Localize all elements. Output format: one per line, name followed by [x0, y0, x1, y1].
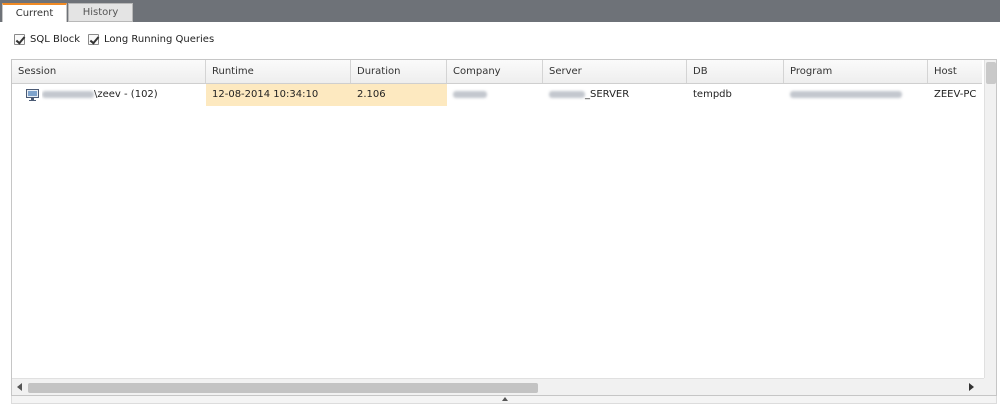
cell-duration: 2.106 [351, 84, 447, 106]
column-header-duration[interactable]: Duration [351, 60, 447, 83]
splitter-up-arrow-icon[interactable] [502, 397, 508, 401]
panel-splitter[interactable] [11, 396, 997, 404]
server-text: _SERVER [585, 89, 630, 100]
cell-company [447, 84, 543, 106]
sessions-grid: Session Runtime Duration Company Server … [11, 59, 997, 396]
horizontal-scrollbar[interactable] [12, 378, 984, 395]
long-running-queries-checkbox[interactable] [88, 33, 100, 45]
redacted-text [790, 90, 902, 98]
table-row[interactable]: \zeev - (102) 12-08-2014 10:34:10 2.106 … [12, 84, 982, 106]
redacted-text [549, 90, 585, 98]
grid-header: Session Runtime Duration Company Server … [12, 60, 982, 84]
cell-session: \zeev - (102) [42, 84, 206, 106]
filter-bar: SQL Block Long Running Queries [14, 31, 222, 47]
long-running-queries-label[interactable]: Long Running Queries [104, 34, 214, 45]
scroll-right-arrow-icon[interactable] [969, 383, 974, 391]
sql-block-checkbox[interactable] [14, 33, 25, 45]
column-header-session[interactable]: Session [12, 60, 206, 83]
redacted-text [42, 90, 94, 98]
tab-history[interactable]: History [68, 3, 133, 22]
vertical-scroll-thumb[interactable] [986, 62, 996, 84]
cell-runtime: 12-08-2014 10:34:10 [206, 84, 351, 106]
sql-block-label[interactable]: SQL Block [30, 34, 80, 45]
cell-program [784, 84, 928, 106]
tab-strip: Current History [0, 0, 1000, 22]
scroll-left-arrow-icon[interactable] [17, 383, 22, 391]
horizontal-scroll-thumb[interactable] [28, 383, 538, 393]
column-header-server[interactable]: Server [543, 60, 687, 83]
session-text: \zeev - (102) [94, 89, 158, 100]
scrollbar-corner [984, 378, 996, 395]
session-computer-icon [26, 89, 39, 101]
tab-current[interactable]: Current [2, 3, 67, 22]
column-header-company[interactable]: Company [447, 60, 543, 83]
cell-server: _SERVER [543, 84, 687, 106]
cell-db: tempdb [693, 89, 732, 100]
redacted-text [453, 90, 487, 98]
vertical-scrollbar[interactable] [984, 60, 996, 378]
column-header-runtime[interactable]: Runtime [206, 60, 351, 83]
column-header-db[interactable]: DB [687, 60, 784, 83]
cell-host: ZEEV-PC [934, 89, 977, 100]
column-header-program[interactable]: Program [784, 60, 928, 83]
column-header-host[interactable]: Host [928, 60, 982, 83]
